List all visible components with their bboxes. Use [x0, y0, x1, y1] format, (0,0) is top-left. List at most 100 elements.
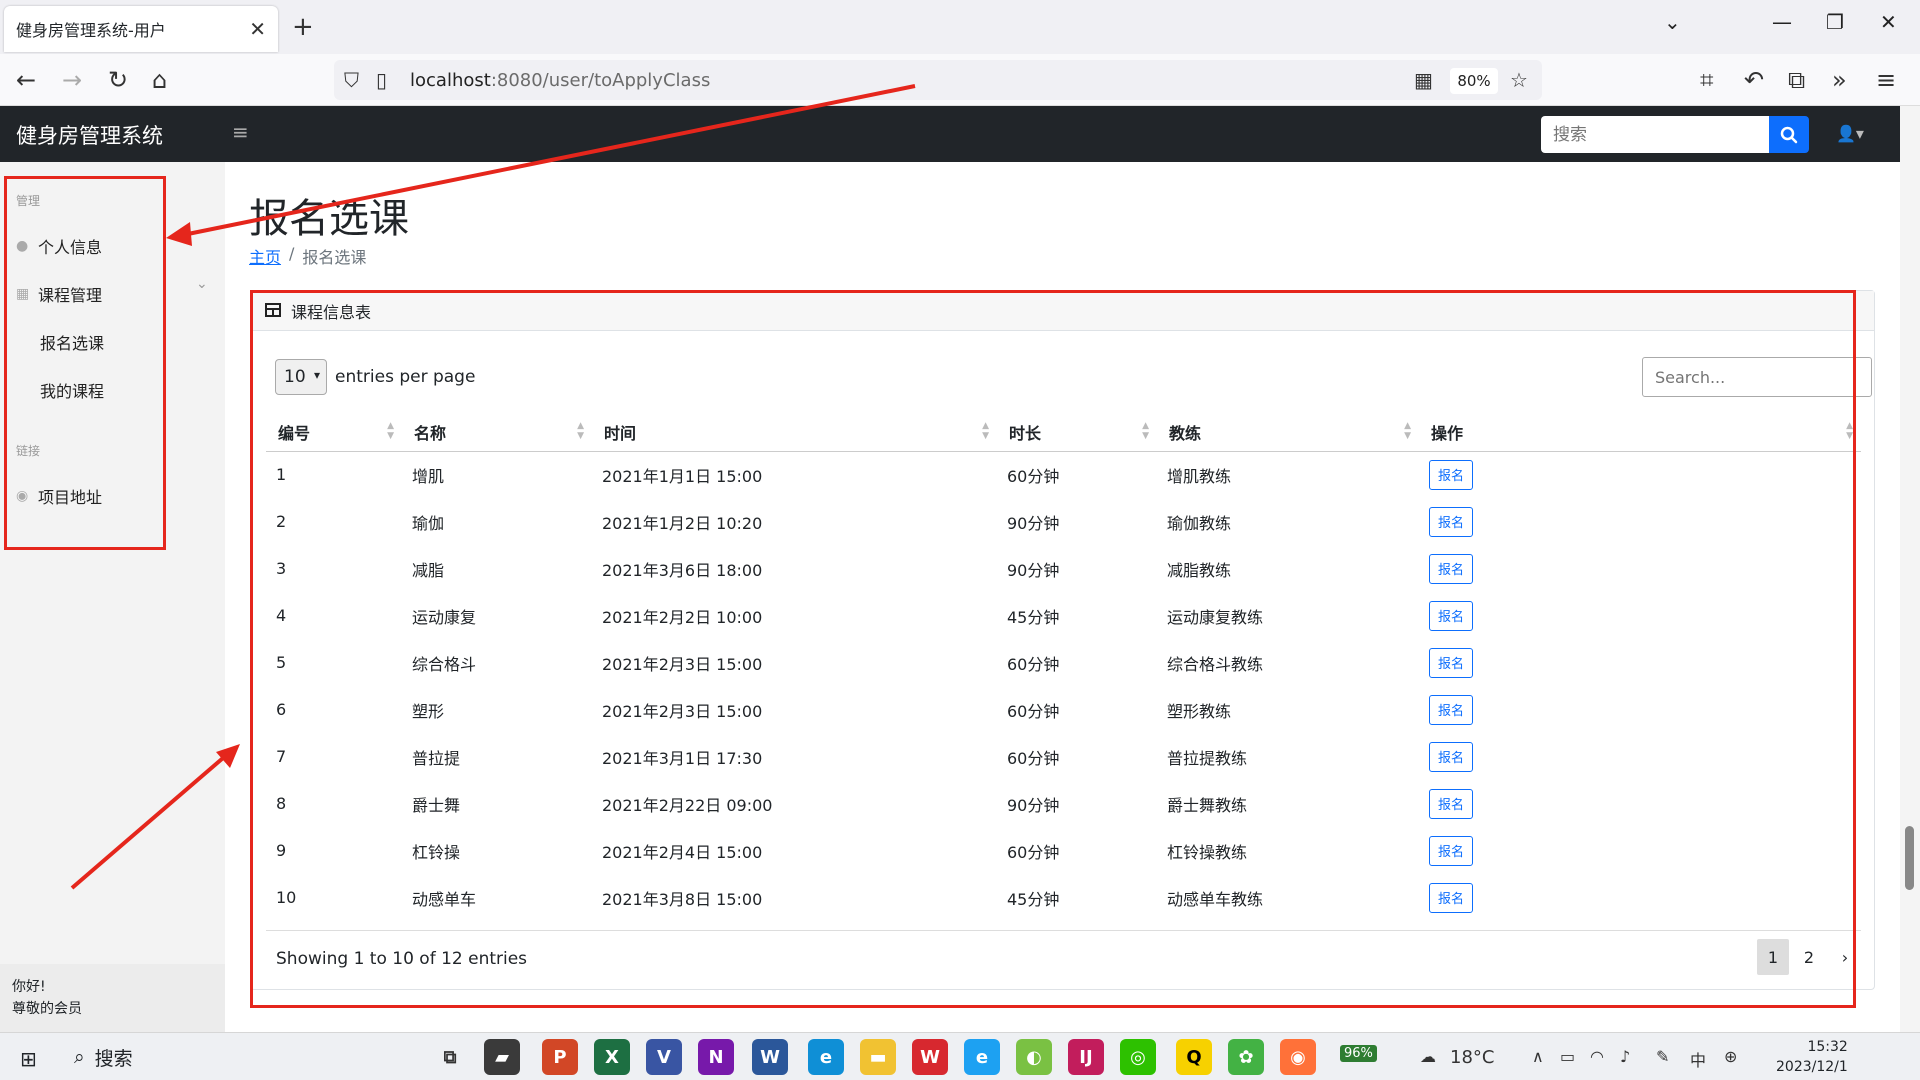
browser-tab[interactable]: 健身房管理系统-用户 ✕ [4, 6, 278, 52]
column-header-name[interactable]: 名称 ▲ ▼ [402, 413, 592, 452]
home-icon[interactable]: ⌂ [152, 66, 167, 94]
shield-icon[interactable]: ⛉ [344, 68, 359, 92]
window-close-icon[interactable]: ✕ [1880, 10, 1897, 34]
cell-action: 报名 [1419, 592, 1861, 639]
powerpoint-icon[interactable]: P [542, 1039, 578, 1075]
apply-button[interactable]: 报名 [1429, 506, 1473, 537]
weather-icon[interactable]: ☁ [1420, 1047, 1436, 1066]
next-page-button[interactable]: › [1829, 939, 1861, 975]
undo-icon[interactable]: ↶ [1744, 66, 1764, 94]
overflow-icon[interactable]: » [1832, 66, 1847, 94]
column-header-time[interactable]: 时间 ▲ ▼ [592, 413, 997, 452]
onenote-icon[interactable]: N [698, 1039, 734, 1075]
excel-icon[interactable]: X [594, 1039, 630, 1075]
edge-icon[interactable]: e [808, 1039, 844, 1075]
tab-list-icon[interactable]: ⌄ [1664, 10, 1681, 34]
wifi-icon[interactable]: ◠ [1590, 1047, 1604, 1066]
extensions-icon[interactable]: ⧉ [1788, 66, 1805, 94]
sidebar-item-project[interactable]: ◉ 项目地址 [16, 484, 102, 508]
tab-close-icon[interactable]: ✕ [249, 17, 266, 41]
menu-icon[interactable]: ≡ [1876, 66, 1896, 94]
volume-icon[interactable]: ♪ [1620, 1047, 1630, 1066]
cell-duration: 90分钟 [1007, 560, 1060, 580]
windows-start-icon[interactable]: ⊞ [20, 1047, 37, 1071]
page-scrollbar[interactable] [1900, 106, 1920, 1032]
new-tab-button[interactable]: + [292, 12, 314, 42]
cell-name: 塑形 [412, 701, 445, 721]
column-header-id[interactable]: 编号 ▲ ▼ [266, 413, 402, 452]
page-size-select[interactable]: 10 ▾ [275, 359, 327, 395]
app-tray-icon[interactable]: ⊕ [1724, 1047, 1737, 1066]
visio-icon[interactable]: V [646, 1039, 682, 1075]
chevron-down-icon[interactable]: ⌄ [196, 276, 208, 292]
taskbar-search[interactable]: ⌕ 搜索 [60, 1037, 420, 1077]
zoom-level[interactable]: 80% [1450, 68, 1498, 94]
cell-duration: 45分钟 [1007, 607, 1060, 627]
apply-button[interactable]: 报名 [1429, 788, 1473, 819]
back-icon[interactable]: ← [16, 66, 36, 94]
table-row: 9 杠铃操 2021年2月4日 15:00 60分钟 杠铃操教练 报名 [266, 827, 1861, 874]
sticky-notes-icon[interactable]: ▰ [484, 1039, 520, 1075]
sidebar-toggle-icon[interactable]: ≡ [232, 120, 249, 144]
app-icon[interactable]: ◐ [1016, 1039, 1052, 1075]
cell-id: 9 [276, 841, 287, 860]
apply-button[interactable]: 报名 [1429, 553, 1473, 584]
battery-indicator[interactable]: 96% [1340, 1045, 1377, 1062]
header-search-button[interactable] [1769, 116, 1809, 153]
reload-icon[interactable]: ↻ [108, 66, 128, 94]
clock[interactable]: 15:32 2023/12/1 [1776, 1037, 1848, 1077]
sidebar-item-label: 课程管理 [38, 286, 103, 305]
apply-button[interactable]: 报名 [1429, 694, 1473, 725]
apply-button[interactable]: 报名 [1429, 741, 1473, 772]
breadcrumb-home-link[interactable]: 主页 [249, 244, 281, 268]
forward-icon[interactable]: → [62, 66, 82, 94]
apply-button[interactable]: 报名 [1429, 835, 1473, 866]
maximize-icon[interactable]: ❐ [1826, 10, 1844, 34]
firefox-icon[interactable]: ◉ [1280, 1039, 1316, 1075]
cell-action: 报名 [1419, 827, 1861, 874]
brand-title[interactable]: 健身房管理系统 [16, 120, 163, 150]
qq-icon[interactable]: Q [1176, 1039, 1212, 1075]
address-bar[interactable]: ⛉ ▯ localhost:8080/user/toApplyClass ▦ 8… [334, 60, 1542, 100]
cell-time: 2021年2月4日 15:00 [602, 842, 763, 862]
apply-button[interactable]: 报名 [1429, 882, 1473, 913]
pen-icon[interactable]: ✎ [1656, 1047, 1669, 1066]
apply-button[interactable]: 报名 [1429, 600, 1473, 631]
apply-button[interactable]: 报名 [1429, 459, 1473, 490]
file-explorer-icon[interactable]: ▬ [860, 1039, 896, 1075]
qr-code-icon[interactable]: ▦ [1414, 68, 1433, 92]
greeting: 你好! [12, 979, 46, 995]
table-search-input[interactable] [1643, 358, 1871, 396]
ie-icon[interactable]: e [964, 1039, 1000, 1075]
page-button-2[interactable]: 2 [1793, 939, 1825, 975]
minimize-icon[interactable]: — [1772, 10, 1792, 34]
sidebar-item-course[interactable]: ▦ 课程管理 [16, 282, 102, 306]
table-row: 7 普拉提 2021年3月1日 17:30 60分钟 普拉提教练 报名 [266, 733, 1861, 780]
temperature[interactable]: 18°C [1450, 1047, 1494, 1068]
user-menu-icon[interactable]: 👤▾ [1836, 124, 1864, 143]
task-view-icon[interactable]: ⧉ [432, 1039, 468, 1075]
sidebar-subitem-apply[interactable]: 报名选课 [40, 330, 104, 354]
user-icon: ● [16, 238, 29, 254]
column-header-duration[interactable]: 时长 ▲ ▼ [997, 413, 1157, 452]
intellij-icon[interactable]: IJ [1068, 1039, 1104, 1075]
sidebar-item-profile[interactable]: ● 个人信息 [16, 234, 102, 258]
tray-expand-icon[interactable]: ∧ [1532, 1047, 1544, 1066]
page-button-1[interactable]: 1 [1757, 939, 1789, 975]
apply-button[interactable]: 报名 [1429, 647, 1473, 678]
bookmark-star-icon[interactable]: ☆ [1510, 68, 1528, 92]
word-icon[interactable]: W [752, 1039, 788, 1075]
sidebar-subitem-mine[interactable]: 我的课程 [40, 378, 104, 402]
header-search-field[interactable] [1541, 116, 1771, 153]
battery-icon[interactable]: ▭ [1560, 1047, 1575, 1066]
header-search-input[interactable] [1541, 116, 1771, 153]
wechat-icon[interactable]: ◎ [1120, 1039, 1156, 1075]
scrollbar-thumb[interactable] [1905, 826, 1914, 890]
column-header-coach[interactable]: 教练 ▲ ▼ [1157, 413, 1419, 452]
app-paw-icon[interactable]: ✿ [1228, 1039, 1264, 1075]
table-search-field[interactable] [1642, 357, 1872, 397]
screenshot-icon[interactable]: ⌗ [1700, 66, 1714, 94]
column-header-action[interactable]: 操作 ▲ ▼ [1419, 413, 1861, 452]
wps-icon[interactable]: W [912, 1039, 948, 1075]
ime-icon[interactable]: 中 [1690, 1047, 1706, 1071]
